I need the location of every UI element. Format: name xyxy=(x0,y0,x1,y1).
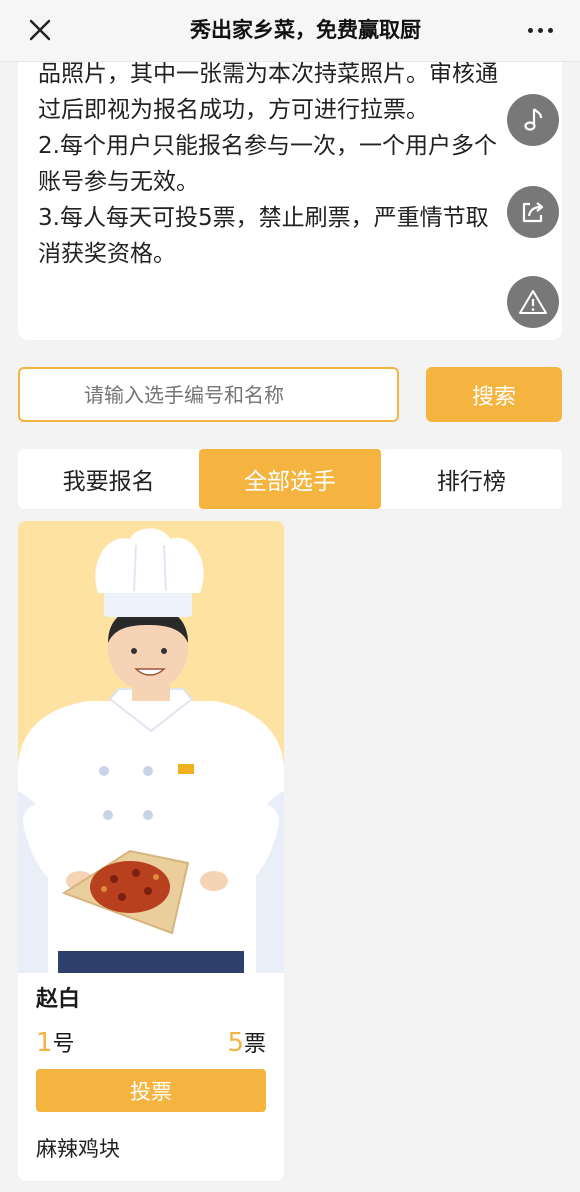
rules-line: 消获奖资格。 xyxy=(38,241,176,267)
player-card[interactable]: 赵白 1号 5票 投票 麻辣鸡块 xyxy=(18,521,284,1181)
rules-line: 3.每人每天可投5票，禁止刷票，严重情节取 xyxy=(38,205,489,231)
music-icon xyxy=(524,108,543,131)
player-votes-value: 5 xyxy=(227,1028,244,1058)
dish-name: 麻辣鸡块 xyxy=(36,1137,120,1161)
player-photo[interactable] xyxy=(18,521,284,973)
top-bar: 秀出家乡菜，免费赢取厨 xyxy=(0,0,580,62)
warning-icon xyxy=(519,290,547,314)
rules-line: 账号参与无效。 xyxy=(38,169,199,195)
close-button[interactable] xyxy=(22,12,58,48)
tab-register[interactable]: 我要报名 xyxy=(18,449,199,509)
search-button[interactable]: 搜索 xyxy=(426,367,562,422)
player-votes-suffix: 票 xyxy=(243,1032,266,1057)
search-input[interactable] xyxy=(18,367,399,422)
rules-line: 2.每个用户只能报名参与一次，一个用户多个 xyxy=(38,133,497,159)
close-icon xyxy=(29,19,51,41)
share-button[interactable] xyxy=(507,186,559,238)
vote-button[interactable]: 投票 xyxy=(36,1069,266,1112)
chef-illustration xyxy=(18,528,284,973)
page-title: 秀出家乡菜，免费赢取厨 xyxy=(190,18,421,42)
rules-text: 品照片，其中一张需为本次持菜照片。审核通 过后即视为报名成功，方可进行拉票。 2… xyxy=(38,56,553,272)
more-icon-dot xyxy=(547,27,553,33)
tab-leaderboard[interactable]: 排行榜 xyxy=(381,449,562,509)
music-button[interactable] xyxy=(507,94,559,146)
player-number-suffix: 号 xyxy=(52,1032,75,1057)
more-icon-dot xyxy=(537,27,543,33)
player-number-value: 1 xyxy=(36,1028,53,1058)
rules-line: 过后即视为报名成功，方可进行拉票。 xyxy=(38,97,429,123)
more-button[interactable] xyxy=(520,12,560,48)
player-number: 1号 xyxy=(36,1026,75,1058)
more-icon xyxy=(527,27,533,33)
report-button[interactable] xyxy=(507,276,559,328)
tab-bar: 我要报名 全部选手 排行榜 xyxy=(18,449,562,509)
tab-all-players[interactable]: 全部选手 xyxy=(199,449,381,509)
player-votes: 5票 xyxy=(227,1026,266,1058)
player-name: 赵白 xyxy=(36,987,81,1012)
share-icon xyxy=(522,202,544,223)
